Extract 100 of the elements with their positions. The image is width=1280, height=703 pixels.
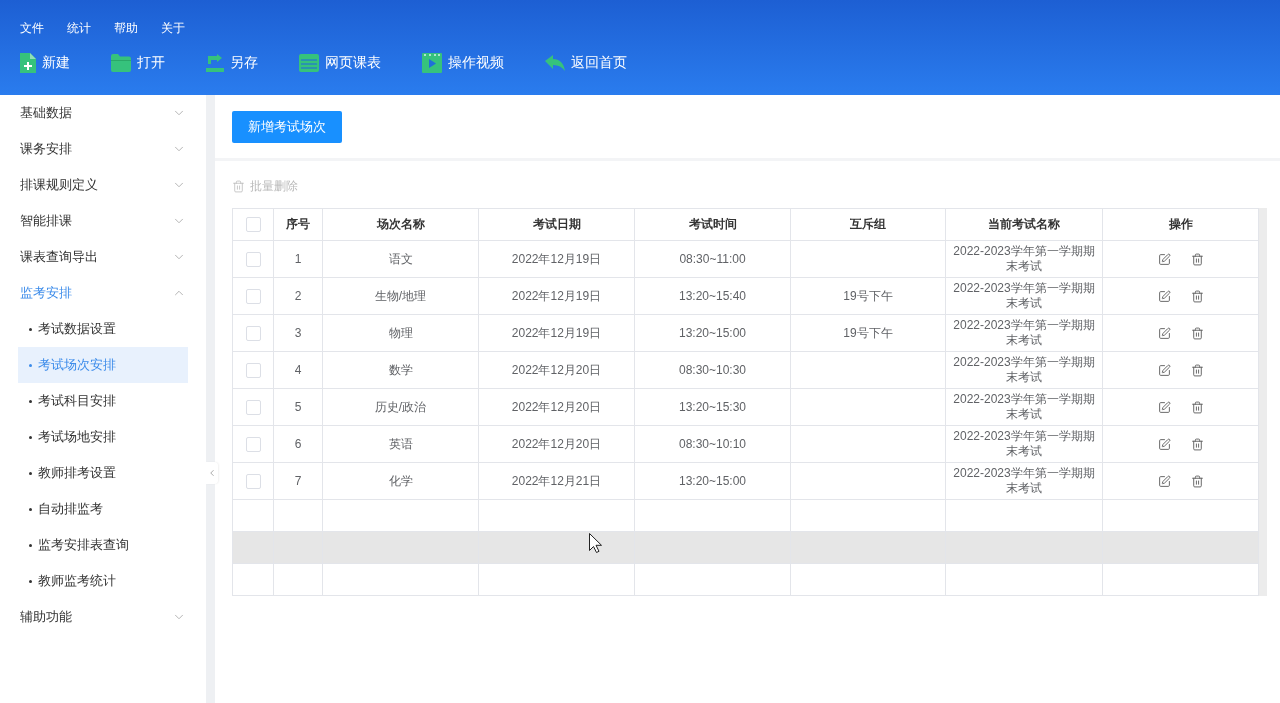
table-cell: 08:30~11:00 <box>634 240 791 278</box>
table-cell: 13:20~15:40 <box>634 277 791 315</box>
trash-icon <box>1190 474 1204 488</box>
row-checkbox[interactable] <box>245 251 261 267</box>
row-checkbox[interactable] <box>245 362 261 378</box>
row-checkbox[interactable] <box>245 473 261 489</box>
toolbar-button[interactable]: 返回首页 <box>545 50 627 76</box>
delete-button[interactable] <box>1190 363 1204 377</box>
table-cell: 语文 <box>322 240 479 278</box>
table-icon <box>299 54 319 72</box>
table-cell: 2022年12月20日 <box>478 351 635 389</box>
table-cell: 13:20~15:00 <box>634 314 791 352</box>
toolbar-button[interactable]: 另存 <box>206 50 258 76</box>
trash-icon <box>1190 437 1204 451</box>
column-header: 序号 <box>273 208 323 241</box>
toolbar-button[interactable]: 操作视频 <box>422 50 504 76</box>
nav-sub-item[interactable]: 教师监考统计 <box>18 563 188 599</box>
table-cell: 08:30~10:10 <box>634 425 791 463</box>
edit-icon <box>1157 326 1171 340</box>
edit-icon <box>1157 363 1171 377</box>
bullet-icon <box>29 471 32 475</box>
mouse-pointer-icon <box>589 533 602 553</box>
column-header: 考试时间 <box>634 208 791 241</box>
table-cell: 化学 <box>322 462 479 500</box>
bullet-icon <box>29 327 32 331</box>
trash-icon <box>232 179 245 193</box>
folder-icon <box>111 54 131 72</box>
delete-button[interactable] <box>1190 326 1204 340</box>
delete-button[interactable] <box>1190 437 1204 451</box>
nav-sub-item[interactable]: 教师排考设置 <box>18 455 188 491</box>
delete-button[interactable] <box>1190 252 1204 266</box>
table-cell: 英语 <box>322 425 479 463</box>
menu-item[interactable]: 帮助 <box>114 18 138 38</box>
delete-button[interactable] <box>1190 400 1204 414</box>
edit-button[interactable] <box>1157 252 1171 266</box>
nav-group-item[interactable]: 智能排课 <box>0 203 206 239</box>
nav-sub-item[interactable]: 自动排监考 <box>18 491 188 527</box>
bullet-icon <box>29 507 32 511</box>
nav-sub-item[interactable]: 考试场地安排 <box>18 419 188 455</box>
edit-button[interactable] <box>1157 326 1171 340</box>
menu-item[interactable]: 文件 <box>20 18 44 38</box>
edit-icon <box>1157 437 1171 451</box>
column-header: 互斥组 <box>790 208 946 241</box>
menu-item[interactable]: 统计 <box>67 18 91 38</box>
table-cell: 7 <box>273 462 323 500</box>
column-header: 场次名称 <box>322 208 479 241</box>
delete-button[interactable] <box>1190 474 1204 488</box>
table-cell: 13:20~15:30 <box>634 388 791 426</box>
table-cell: 4 <box>273 351 323 389</box>
table-cell: 历史/政治 <box>322 388 479 426</box>
nav-sub-item[interactable]: 监考安排表查询 <box>18 527 188 563</box>
table-cell: 2022-2023学年第一学期期末考试 <box>945 314 1103 352</box>
table-cell: 1 <box>273 240 323 278</box>
trash-icon <box>1190 289 1204 303</box>
edit-button[interactable] <box>1157 363 1171 377</box>
nav-group-item[interactable]: 辅助功能 <box>0 599 206 635</box>
row-checkbox[interactable] <box>245 325 261 341</box>
back-arrow-icon <box>545 55 565 71</box>
table-cell: 2022-2023学年第一学期期末考试 <box>945 277 1103 315</box>
edit-icon <box>1157 289 1171 303</box>
row-checkbox[interactable] <box>245 436 261 452</box>
table-cell: 6 <box>273 425 323 463</box>
select-all-checkbox[interactable] <box>245 217 261 233</box>
table-cell: 19号下午 <box>790 314 946 352</box>
table-cell: 2022-2023学年第一学期期末考试 <box>945 462 1103 500</box>
nav-sub-item[interactable]: 考试场次安排 <box>18 347 188 383</box>
trash-icon <box>1190 326 1204 340</box>
edit-button[interactable] <box>1157 400 1171 414</box>
chevron-left-icon <box>207 468 217 478</box>
menu-item[interactable]: 关于 <box>161 18 185 38</box>
video-play-icon <box>422 53 442 73</box>
delete-button[interactable] <box>1190 289 1204 303</box>
nav-sub-item[interactable]: 考试数据设置 <box>18 311 188 347</box>
toolbar-button[interactable]: 新建 <box>20 50 70 76</box>
nav-sub-item[interactable]: 考试科目安排 <box>18 383 188 419</box>
row-checkbox[interactable] <box>245 288 261 304</box>
bullet-icon <box>29 399 32 403</box>
table-cell: 2 <box>273 277 323 315</box>
edit-button[interactable] <box>1157 289 1171 303</box>
nav-group-item[interactable]: 基础数据 <box>0 95 206 131</box>
table-cell: 生物/地理 <box>322 277 479 315</box>
add-session-button[interactable]: 新增考试场次 <box>232 111 342 143</box>
bullet-icon <box>29 579 32 583</box>
edit-button[interactable] <box>1157 437 1171 451</box>
toolbar-button[interactable]: 打开 <box>111 50 165 76</box>
trash-icon <box>1190 252 1204 266</box>
row-checkbox[interactable] <box>245 399 261 415</box>
edit-button[interactable] <box>1157 474 1171 488</box>
nav-group-item[interactable]: 监考安排 <box>0 275 206 311</box>
file-plus-icon <box>20 53 36 73</box>
edit-icon <box>1157 252 1171 266</box>
toolbar-button[interactable]: 网页课表 <box>299 50 381 76</box>
nav-group-item[interactable]: 排课规则定义 <box>0 167 206 203</box>
nav-group-item[interactable]: 课表查询导出 <box>0 239 206 275</box>
nav-group-item[interactable]: 课务安排 <box>0 131 206 167</box>
table-cell: 08:30~10:30 <box>634 351 791 389</box>
edit-icon <box>1157 474 1171 488</box>
scrollbar[interactable] <box>1259 208 1267 596</box>
table-cell: 3 <box>273 314 323 352</box>
bullet-icon <box>29 435 32 439</box>
